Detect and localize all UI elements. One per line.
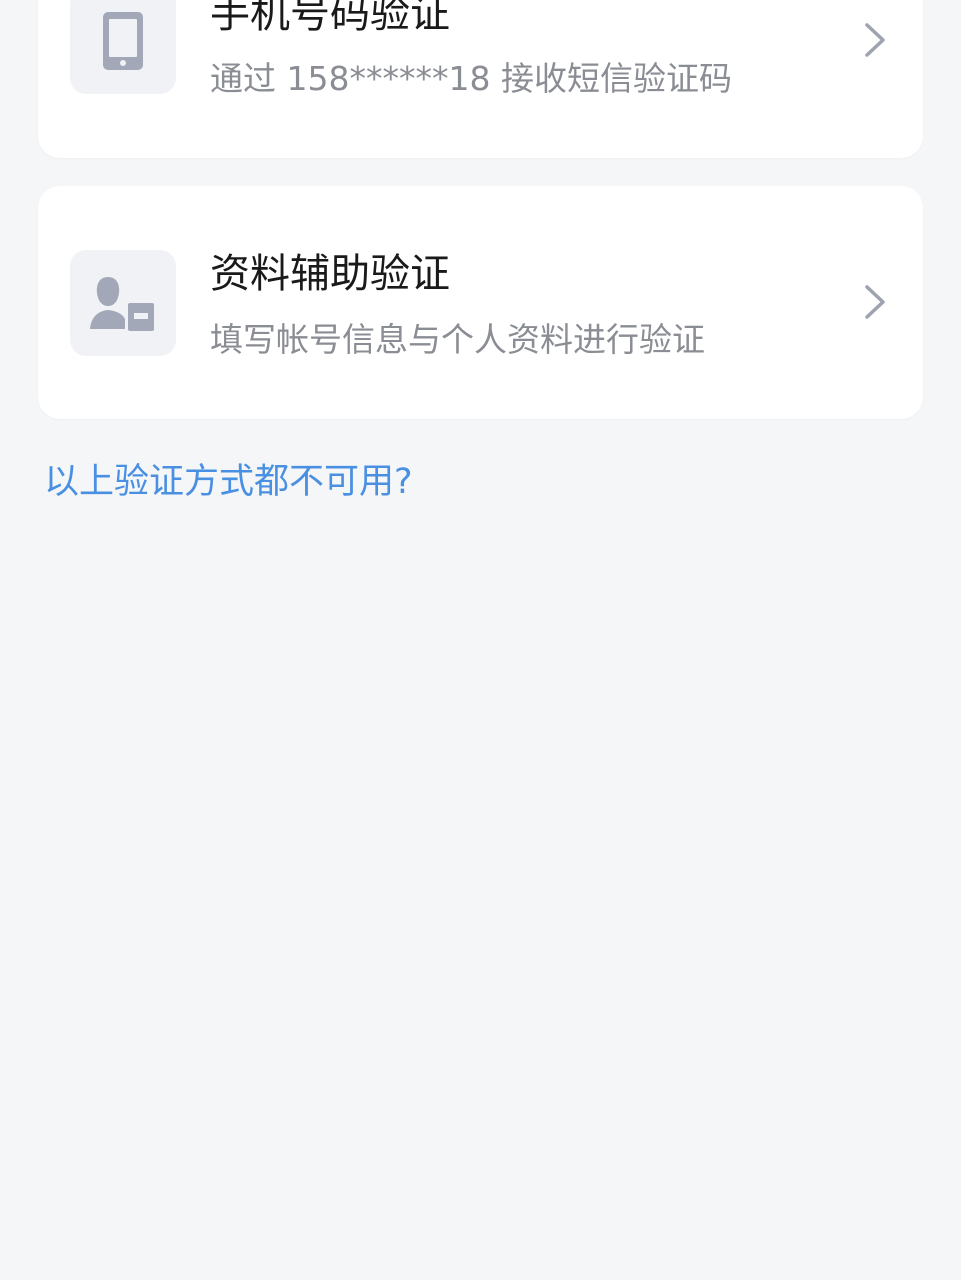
profile-verification-subtitle: 填写帐号信息与个人资料进行验证 [210,320,705,359]
profile-verification-card[interactable]: 资料辅助验证 填写帐号信息与个人资料进行验证 [38,186,923,419]
profile-card-icon [90,277,154,331]
profile-verification-title: 资料辅助验证 [210,251,450,297]
phone-icon [103,12,143,70]
chevron-right-icon [865,23,885,57]
profile-icon-box [70,250,176,356]
phone-verification-subtitle: 通过 158******18 接收短信验证码 [210,59,732,98]
methods-unavailable-link[interactable]: 以上验证方式都不可用? [44,460,413,504]
phone-verification-title: 手机号码验证 [210,0,450,37]
phone-icon-box [70,0,176,94]
phone-verification-card[interactable]: 手机号码验证 通过 158******18 接收短信验证码 [38,0,923,158]
chevron-right-icon [865,285,885,319]
